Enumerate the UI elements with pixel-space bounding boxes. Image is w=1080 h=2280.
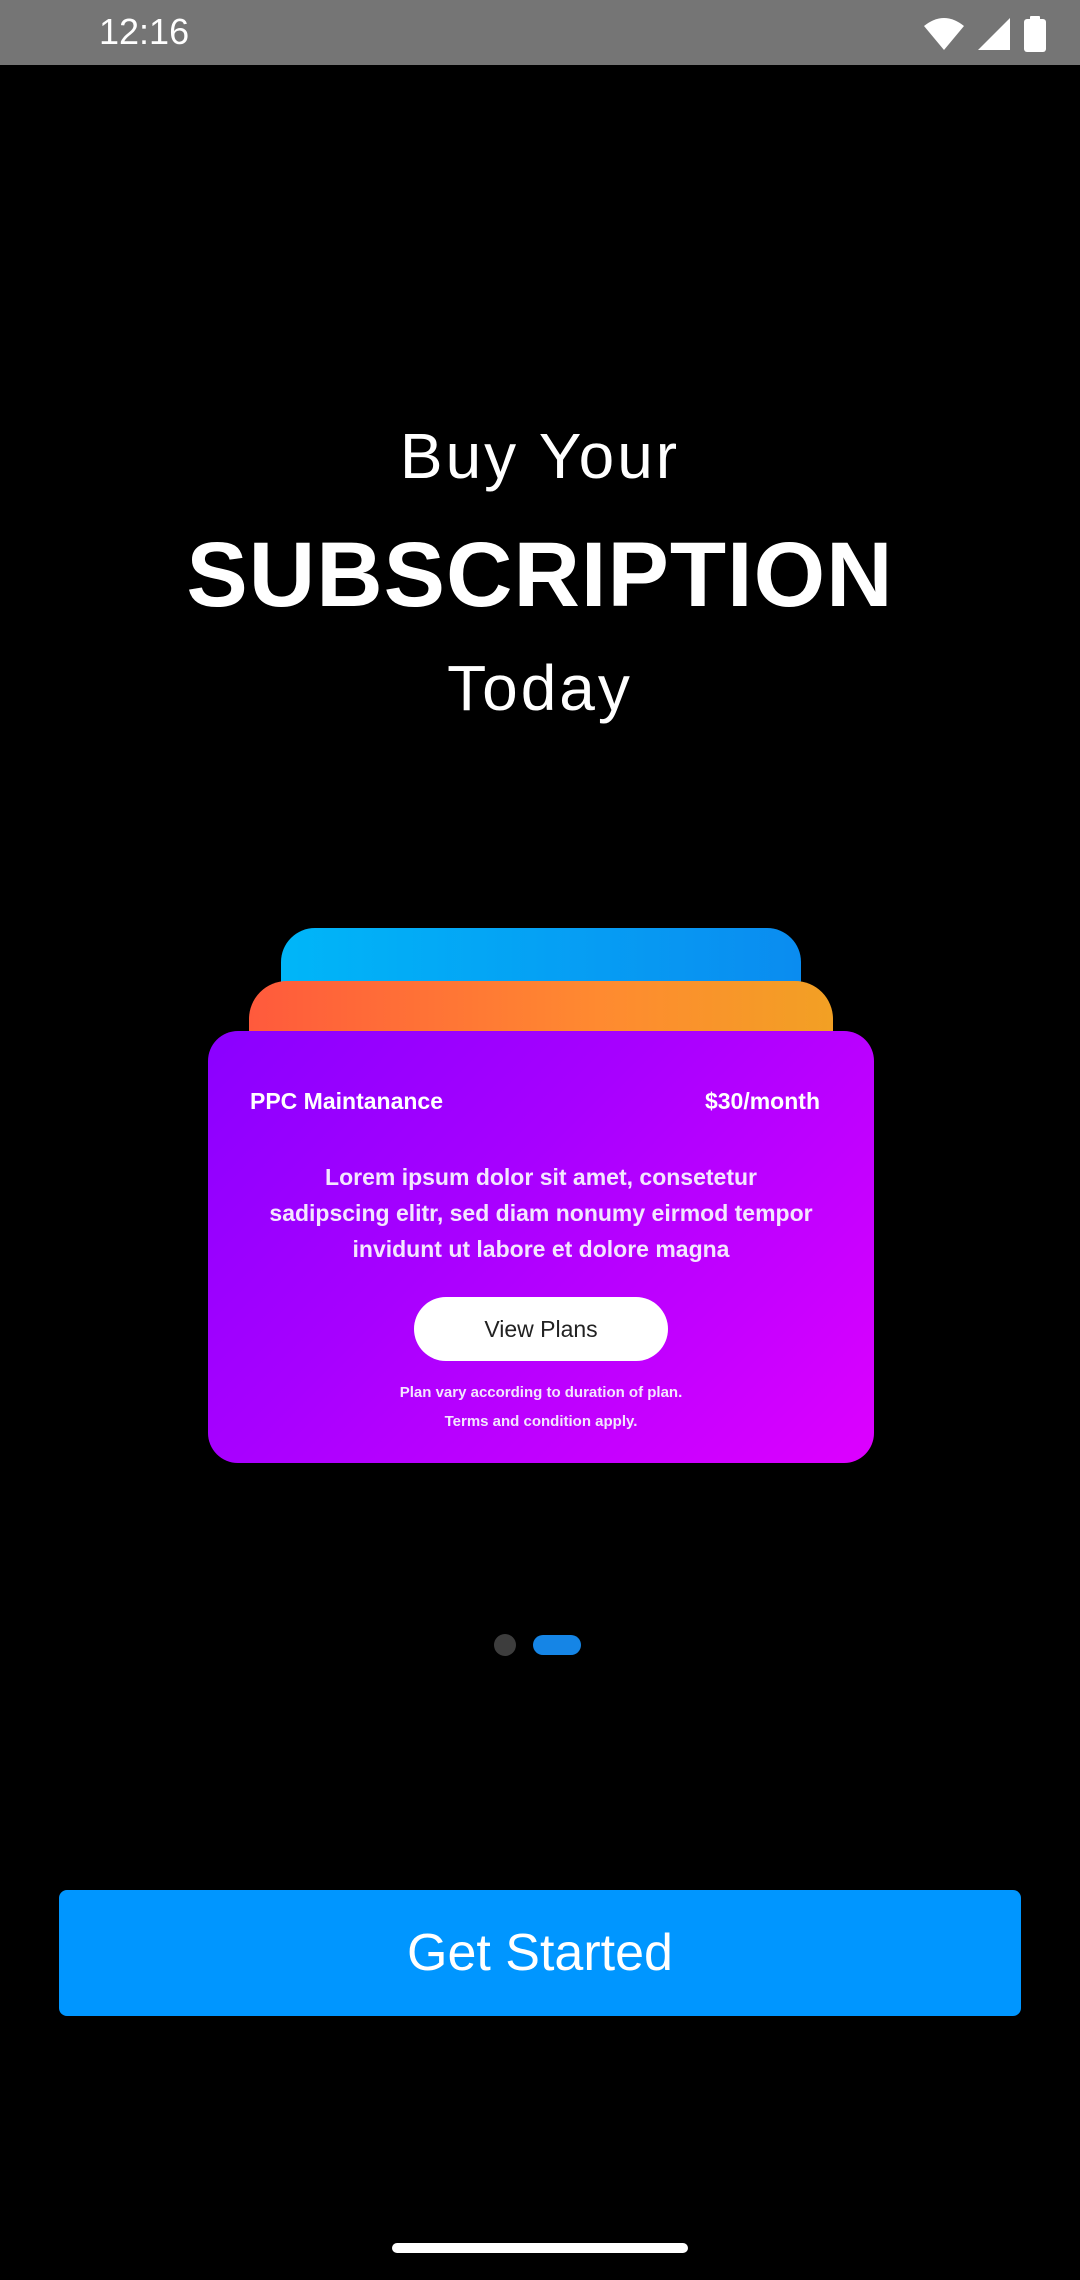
battery-icon — [1024, 16, 1046, 52]
status-bar: 12:16 — [0, 0, 1080, 65]
card-note-line-1: Plan vary according to duration of plan. — [399, 1384, 683, 1401]
heading-line-1: Buy Your — [399, 420, 681, 492]
wifi-icon — [924, 17, 964, 51]
status-time: 12:16 — [99, 11, 190, 52]
onboarding-screen: 12:16 Buy Your SUBSCRIPTION Today PPC Ma… — [0, 0, 1080, 2280]
card-note-line-2: Terms and condition apply. — [444, 1413, 638, 1430]
card-description: Lorem ipsum dolor sit amet, consetetur s… — [269, 1164, 813, 1262]
cellular-signal-icon — [978, 18, 1010, 50]
card-note: Plan vary according to duration of plan.… — [248, 1378, 834, 1436]
status-icons — [924, 14, 1046, 54]
page-dot-1[interactable] — [494, 1634, 516, 1656]
card-price: $30/month — [704, 1088, 820, 1114]
heading-title: SUBSCRIPTION — [186, 524, 894, 626]
subscription-card: PPC Maintanance $30/month Lorem ipsum do… — [208, 1031, 874, 1463]
home-indicator[interactable] — [392, 2243, 688, 2253]
page-dot-2-active[interactable] — [533, 1635, 581, 1655]
card-title: PPC Maintanance — [250, 1088, 443, 1114]
view-plans-button: View Plans — [414, 1297, 668, 1361]
heading-line-3: Today — [447, 652, 633, 724]
page-indicator — [494, 1634, 581, 1656]
get-started-button[interactable]: Get Started — [59, 1890, 1021, 2016]
